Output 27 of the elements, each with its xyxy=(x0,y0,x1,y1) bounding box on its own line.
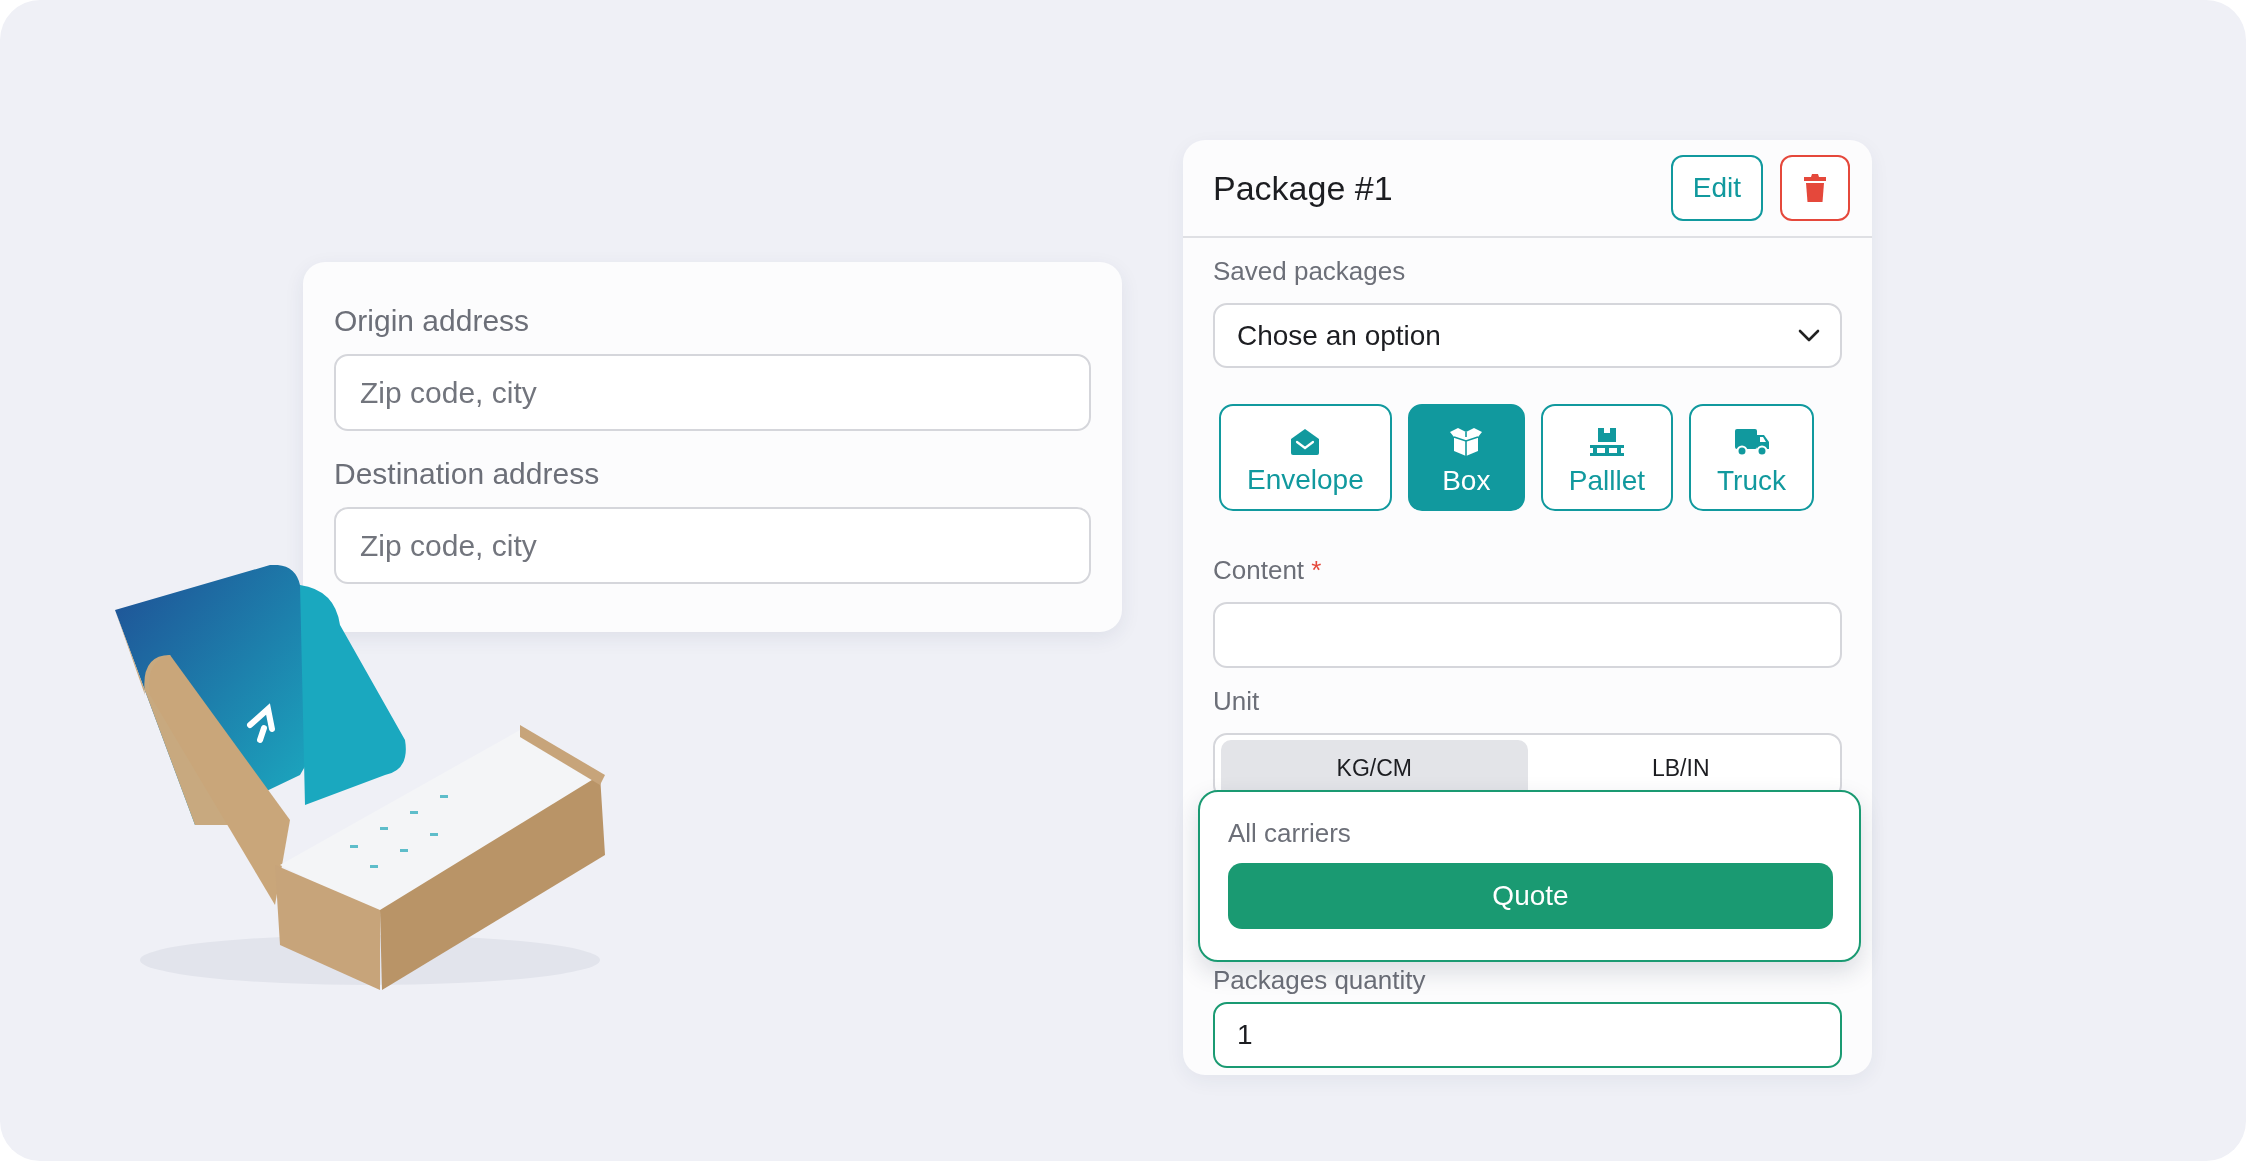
address-field[interactable]: Zip code, city xyxy=(334,507,1091,584)
field-label: Unit xyxy=(1213,686,1260,717)
quantity-field[interactable]: 1 xyxy=(1213,1002,1842,1068)
box-icon xyxy=(1448,426,1485,457)
chevron-down-icon xyxy=(1798,328,1820,343)
package-type-button[interactable]: Box xyxy=(1407,404,1525,511)
package-title: Package #1 xyxy=(1213,168,1393,208)
edit-button[interactable]: Edit xyxy=(1670,155,1763,221)
field-label: Saved packages xyxy=(1213,256,1406,287)
truck-icon xyxy=(1733,426,1770,457)
field-label: Content * xyxy=(1213,555,1322,586)
field-label: Packages quantity xyxy=(1213,965,1426,996)
unit-option[interactable]: LB/IN xyxy=(1527,740,1834,797)
carriers-label: All carriers xyxy=(1228,818,1351,849)
pallet-icon xyxy=(1588,426,1625,457)
quote-button[interactable]: Quote xyxy=(1228,863,1833,929)
trash-icon xyxy=(1803,173,1827,203)
delete-button[interactable] xyxy=(1780,155,1850,221)
envelope-icon xyxy=(1290,427,1321,456)
package-type-button[interactable]: Truck xyxy=(1689,404,1814,511)
package-type-button[interactable]: Envelope xyxy=(1219,404,1392,511)
package-type-button[interactable]: Palllet xyxy=(1540,404,1674,511)
saved-packages-dropdown[interactable]: Chose an option xyxy=(1213,303,1842,368)
field-label: Destination address xyxy=(334,457,600,491)
field-label: Origin address xyxy=(334,304,530,338)
address-field[interactable]: Zip code, city xyxy=(334,354,1091,431)
content-field[interactable] xyxy=(1213,602,1842,668)
